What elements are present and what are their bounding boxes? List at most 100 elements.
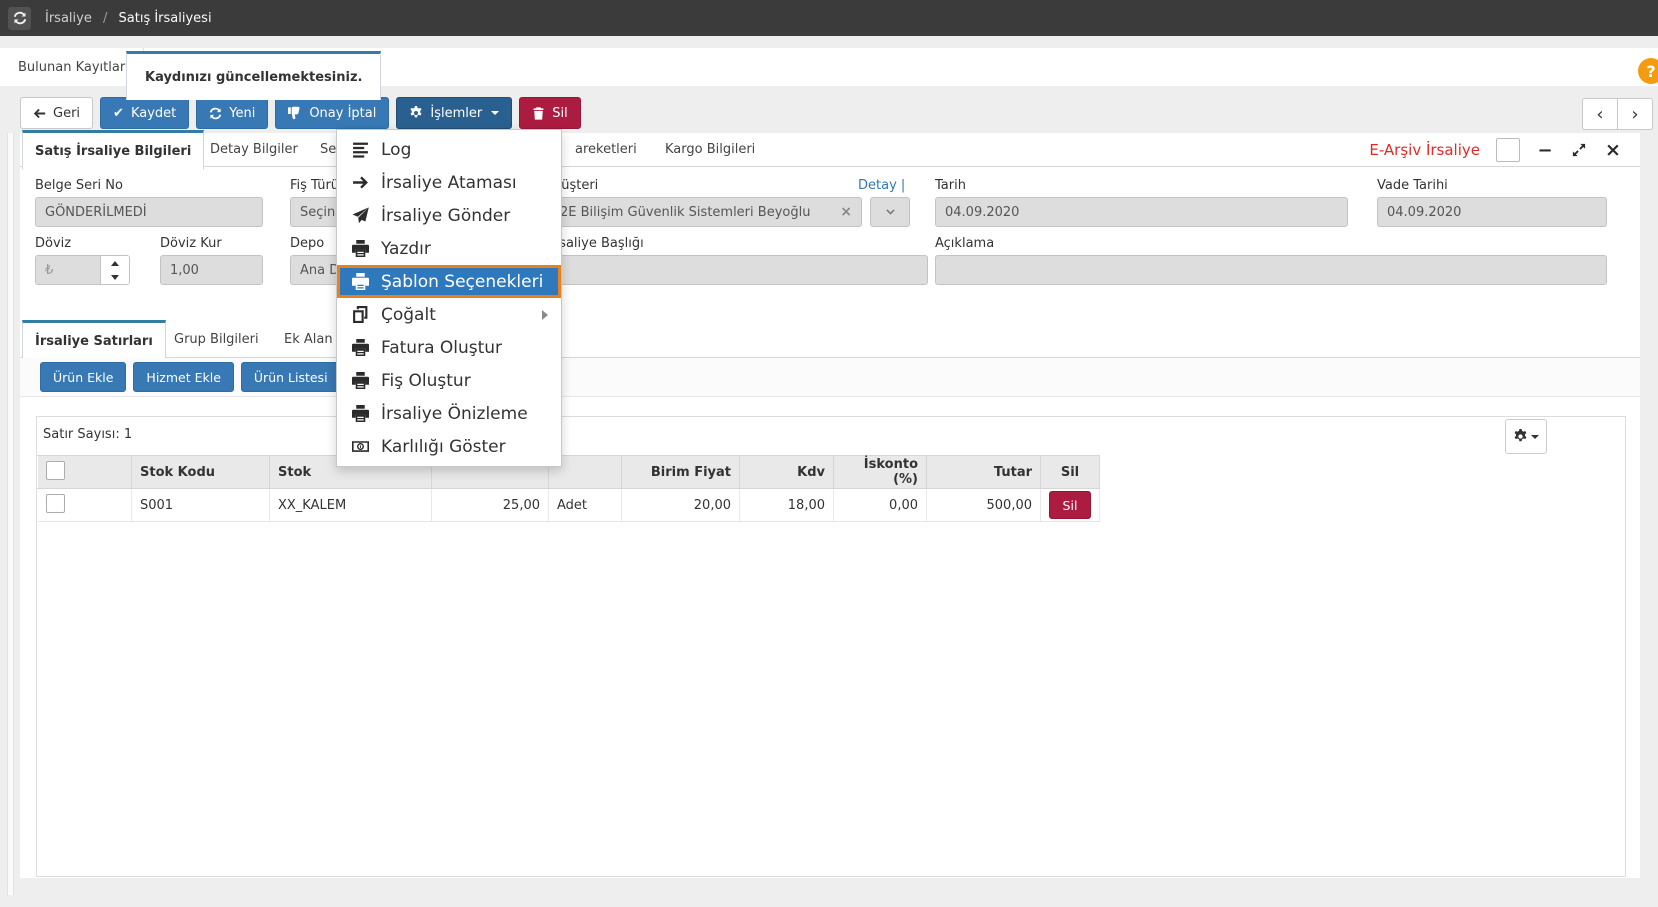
- row-checkbox[interactable]: [46, 494, 65, 513]
- add-product-button[interactable]: Ürün Ekle: [40, 362, 126, 392]
- sales-dispatch-panel: Satış İrsaliye Bilgileri Detay Bilgiler …: [20, 133, 1640, 878]
- approval-cancel-button[interactable]: Onay İptal: [275, 97, 389, 129]
- expand-icon[interactable]: [1570, 139, 1588, 161]
- row-count-label: Satır Sayısı: 1: [43, 427, 132, 442]
- clear-icon[interactable]: ×: [832, 204, 852, 220]
- belge-seri-no-input[interactable]: GÖNDERİLMEDİ: [35, 197, 263, 227]
- musteri-dropdown-toggle[interactable]: [870, 197, 910, 227]
- new-button[interactable]: Yeni: [196, 97, 268, 129]
- help-icon[interactable]: ?: [1638, 58, 1658, 84]
- row-miktar: 25,00: [432, 489, 549, 522]
- header-kdv[interactable]: Kdv: [740, 456, 834, 489]
- depo-value: Ana D: [300, 263, 339, 278]
- breadcrumb-section[interactable]: İrsaliye: [45, 11, 92, 26]
- irsaliye-basligi-label: İrsaliye Başlığı: [550, 236, 644, 251]
- tab-detail-info[interactable]: Detay Bilgiler: [198, 133, 310, 166]
- back-button[interactable]: Geri: [20, 97, 93, 129]
- gear-icon: [409, 106, 423, 120]
- tab-movements[interactable]: areketleri: [563, 133, 649, 166]
- menu-item-cogalt[interactable]: Çoğalt: [337, 298, 561, 331]
- header-select-all: [38, 456, 132, 489]
- tab-group-info-label: Grup Bilgileri: [174, 332, 259, 347]
- record-pager: ‹ ›: [1582, 98, 1653, 130]
- irsaliye-basligi-input[interactable]: [550, 255, 928, 285]
- menu-item-fis-olustur[interactable]: Fiş Oluştur: [337, 364, 561, 397]
- tab-group-info[interactable]: Grup Bilgileri: [162, 323, 271, 356]
- printer-icon: [350, 240, 370, 257]
- close-icon[interactable]: ×: [1604, 139, 1622, 161]
- vade-tarihi-input[interactable]: 04.09.2020: [1377, 197, 1607, 227]
- menu-item-irsaliye-gonder[interactable]: İrsaliye Gönder: [337, 199, 561, 232]
- belge-seri-no-value: GÖNDERİLMEDİ: [45, 205, 147, 220]
- row-delete-button[interactable]: Sil: [1049, 491, 1091, 519]
- submenu-caret-icon: [542, 310, 548, 320]
- doviz-stepper[interactable]: ₺: [35, 255, 130, 285]
- log-list-icon: [350, 141, 370, 158]
- stepper-up-icon[interactable]: [101, 256, 129, 270]
- menu-item-irsaliye-atamasi[interactable]: İrsaliye Ataması: [337, 166, 561, 199]
- menu-item-fatura-olustur-label: Fatura Oluştur: [381, 338, 502, 358]
- minimize-icon[interactable]: −: [1536, 139, 1554, 161]
- e-arsiv-checkbox[interactable]: [1496, 138, 1520, 162]
- tab-dispatch-lines-label: İrsaliye Satırları: [35, 334, 153, 349]
- tarih-input[interactable]: 04.09.2020: [935, 197, 1348, 227]
- line-buttons-strip: Ürün Ekle Hizmet Ekle Ürün Listesi Seçil…: [20, 358, 1640, 397]
- tab-updating-record-label: Kaydınızı güncellemektesiniz.: [145, 70, 362, 85]
- tab-dispatch-lines[interactable]: İrsaliye Satırları: [22, 320, 166, 360]
- musteri-detay-link[interactable]: Detay |: [858, 178, 905, 193]
- operations-button[interactable]: İşlemler: [396, 97, 512, 129]
- menu-item-karliligi-goster[interactable]: Karlılığı Göster: [337, 430, 561, 463]
- arrow-right-icon: [350, 174, 370, 191]
- doviz-kur-label: Döviz Kur: [160, 236, 222, 251]
- menu-item-log[interactable]: Log: [337, 133, 561, 166]
- caret-down-icon: [491, 111, 499, 115]
- printer-icon: [350, 405, 370, 422]
- menu-item-irsaliye-atamasi-label: İrsaliye Ataması: [381, 173, 517, 193]
- delete-button[interactable]: Sil: [519, 97, 580, 129]
- doviz-kur-input[interactable]: 1,00: [160, 255, 263, 285]
- e-arsiv-label: E-Arşiv İrsaliye: [1369, 141, 1480, 159]
- row-stok: XX_KALEM: [270, 489, 432, 522]
- operations-dropdown-menu: Log İrsaliye Ataması İrsaliye Gönder Yaz…: [336, 129, 562, 467]
- menu-item-irsaliye-onizleme[interactable]: İrsaliye Önizleme: [337, 397, 561, 430]
- tarih-value: 04.09.2020: [945, 205, 1019, 220]
- save-button[interactable]: ✔ Kaydet: [100, 97, 189, 129]
- select-all-checkbox[interactable]: [46, 461, 65, 480]
- tab-updating-record[interactable]: Kaydınızı güncellemektesiniz.: [126, 51, 381, 100]
- breadcrumb-separator: /: [103, 11, 107, 26]
- tab-sales-dispatch-info[interactable]: Satış İrsaliye Bilgileri: [22, 130, 204, 170]
- aciklama-label: Açıklama: [935, 236, 994, 251]
- menu-item-sablon-secenekleri[interactable]: Şablon Seçenekleri: [337, 265, 561, 298]
- add-service-button[interactable]: Hizmet Ekle: [133, 362, 233, 392]
- refresh-icon[interactable]: [8, 7, 31, 30]
- menu-item-yazdir[interactable]: Yazdır: [337, 232, 561, 265]
- product-list-button[interactable]: Ürün Listesi: [241, 362, 341, 392]
- doviz-stepper-buttons: [100, 256, 129, 284]
- prev-record-button[interactable]: ‹: [1582, 98, 1617, 130]
- menu-item-fatura-olustur[interactable]: Fatura Oluştur: [337, 331, 561, 364]
- header-tutar[interactable]: Tutar: [927, 456, 1041, 489]
- aciklama-input[interactable]: [935, 255, 1607, 285]
- row-stok-kodu: S001: [132, 489, 270, 522]
- tab-cargo-info-label: Kargo Bilgileri: [665, 142, 755, 157]
- menu-item-karliligi-goster-label: Karlılığı Göster: [381, 437, 506, 457]
- header-stok-kodu[interactable]: Stok Kodu: [132, 456, 270, 489]
- table-row: S001 XX_KALEM 25,00 Adet 20,00 18,00 0,0…: [38, 489, 1100, 522]
- money-icon: [350, 438, 370, 455]
- next-record-button[interactable]: ›: [1617, 98, 1653, 130]
- add-service-label: Hizmet Ekle: [146, 370, 220, 385]
- breadcrumb: İrsaliye / Satış İrsaliyesi: [45, 11, 212, 26]
- chevron-down-icon: [885, 207, 896, 218]
- gear-icon: [1513, 429, 1528, 444]
- tab-cargo-info[interactable]: Kargo Bilgileri: [653, 133, 767, 166]
- menu-item-irsaliye-onizleme-label: İrsaliye Önizleme: [381, 404, 528, 424]
- header-birim-fiyat[interactable]: Birim Fiyat: [622, 456, 740, 489]
- tab-found-records[interactable]: Bulunan Kayıtlar: [0, 48, 144, 86]
- stepper-down-icon[interactable]: [101, 270, 129, 284]
- header-iskonto[interactable]: İskonto (%): [834, 456, 927, 489]
- grid-settings-button[interactable]: [1505, 419, 1547, 454]
- add-product-label: Ürün Ekle: [53, 370, 113, 385]
- refresh-icon: [209, 107, 222, 120]
- musteri-select[interactable]: 2E Bilişim Güvenlik Sistemleri Beyoğlu ×: [550, 197, 862, 227]
- thumbs-down-icon: [288, 106, 302, 120]
